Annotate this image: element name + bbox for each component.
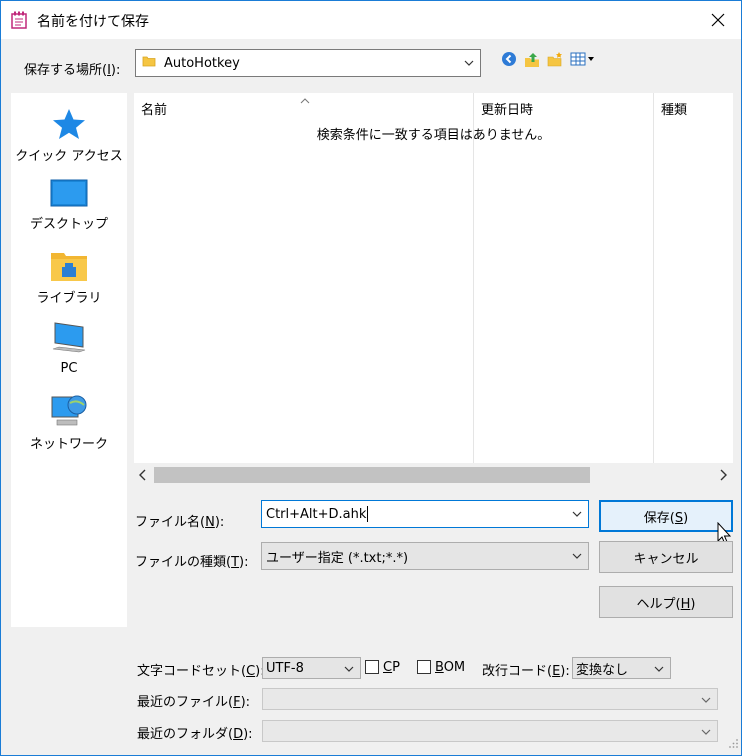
filename-label: ファイル名(N): xyxy=(135,515,225,530)
place-label: デスクトップ xyxy=(29,217,108,232)
view-menu-icon[interactable] xyxy=(570,51,598,69)
notepad-app-icon xyxy=(11,11,27,29)
place-desktop[interactable]: デスクトップ xyxy=(11,179,127,232)
newline-dropdown[interactable]: 変換なし xyxy=(572,657,671,679)
help-button[interactable]: ヘルプ(H) xyxy=(599,586,733,618)
star-icon xyxy=(53,109,85,139)
location-dropdown[interactable]: AutoHotkey xyxy=(135,49,481,77)
network-icon xyxy=(51,395,87,426)
bom-checkbox[interactable] xyxy=(417,660,431,674)
recent-file-dropdown[interactable] xyxy=(262,688,718,710)
title-bar[interactable]: 名前を付けて保存 xyxy=(1,1,741,39)
filetype-value: ユーザー指定 (*.txt;*.*) xyxy=(266,550,409,566)
filename-value: Ctrl+Alt+D.ahk xyxy=(266,506,367,522)
place-pc[interactable]: PC xyxy=(11,321,127,376)
cancel-button-label: キャンセル xyxy=(633,551,699,567)
place-library[interactable]: ライブラリ xyxy=(11,249,127,306)
library-icon xyxy=(51,253,87,281)
encoding-value: UTF-8 xyxy=(266,660,304,676)
chevron-down-icon xyxy=(654,664,664,674)
cp-label: CP xyxy=(383,660,400,675)
pc-icon xyxy=(52,322,86,353)
bom-label: BOM xyxy=(435,660,466,675)
back-icon[interactable] xyxy=(501,51,519,69)
sort-ascending-icon xyxy=(300,93,310,108)
recent-folder-label: 最近のフォルダ(D): xyxy=(137,727,253,742)
window-title: 名前を付けて保存 xyxy=(37,14,149,30)
recent-file-label: 最近のファイル(F): xyxy=(137,695,251,710)
save-button-label: 保存(S) xyxy=(643,510,689,526)
scroll-left-icon[interactable] xyxy=(139,469,147,485)
horizontal-scrollbar[interactable] xyxy=(134,463,733,487)
place-label: ライブラリ xyxy=(36,291,102,306)
column-divider[interactable] xyxy=(653,93,654,463)
chevron-down-icon xyxy=(344,664,354,674)
save-button[interactable]: 保存(S) xyxy=(599,500,733,532)
new-folder-icon[interactable] xyxy=(546,51,564,69)
newline-value: 変換なし xyxy=(576,662,629,678)
place-label: クイック アクセス xyxy=(15,149,123,164)
encoding-label: 文字コードセット(C): xyxy=(137,664,265,679)
places-bar: クイック アクセス デスクトップ ライブラリ PC ネットワーク xyxy=(11,93,127,627)
close-icon xyxy=(711,13,725,27)
place-label: ネットワーク xyxy=(29,437,108,452)
cp-checkbox[interactable] xyxy=(365,660,379,674)
filename-input[interactable]: Ctrl+Alt+D.ahk xyxy=(261,500,589,528)
newline-label: 改行コード(E): xyxy=(482,664,570,679)
place-network[interactable]: ネットワーク xyxy=(11,393,127,452)
recent-folder-dropdown[interactable] xyxy=(262,720,718,742)
filetype-dropdown[interactable]: ユーザー指定 (*.txt;*.*) xyxy=(261,542,589,570)
scrollbar-thumb[interactable] xyxy=(154,467,590,483)
chevron-down-icon xyxy=(701,727,711,737)
scroll-right-icon[interactable] xyxy=(719,469,727,485)
encoding-dropdown[interactable]: UTF-8 xyxy=(262,657,361,679)
file-list[interactable]: 名前 更新日時 種類 検索条件に一致する項目はありません。 xyxy=(134,93,733,487)
place-quick-access[interactable]: クイック アクセス xyxy=(11,107,127,164)
save-as-dialog: 名前を付けて保存 保存する場所(I): AutoHotkey クイック アクセス… xyxy=(0,0,742,756)
place-label: PC xyxy=(60,361,78,376)
text-cursor xyxy=(367,506,369,522)
close-button[interactable] xyxy=(695,1,741,39)
chevron-down-icon[interactable] xyxy=(572,509,582,519)
empty-list-message: 検索条件に一致する項目はありません。 xyxy=(316,128,551,143)
filetype-label: ファイルの種類(T): xyxy=(135,555,249,570)
location-value: AutoHotkey xyxy=(164,55,240,71)
column-divider[interactable] xyxy=(473,93,474,463)
cancel-button[interactable]: キャンセル xyxy=(599,541,733,573)
folder-icon xyxy=(142,54,156,72)
column-header-date[interactable]: 更新日時 xyxy=(481,99,533,118)
help-button-label: ヘルプ(H) xyxy=(636,596,696,612)
column-header-type[interactable]: 種類 xyxy=(661,99,687,118)
chevron-down-icon xyxy=(701,695,711,705)
location-label: 保存する場所(I): xyxy=(24,63,121,78)
column-header-name[interactable]: 名前 xyxy=(141,99,167,118)
chevron-down-icon xyxy=(572,551,582,561)
chevron-down-icon xyxy=(464,58,474,68)
resize-grip-icon[interactable] xyxy=(729,738,739,753)
up-folder-icon[interactable] xyxy=(523,51,541,69)
desktop-icon xyxy=(50,179,88,207)
